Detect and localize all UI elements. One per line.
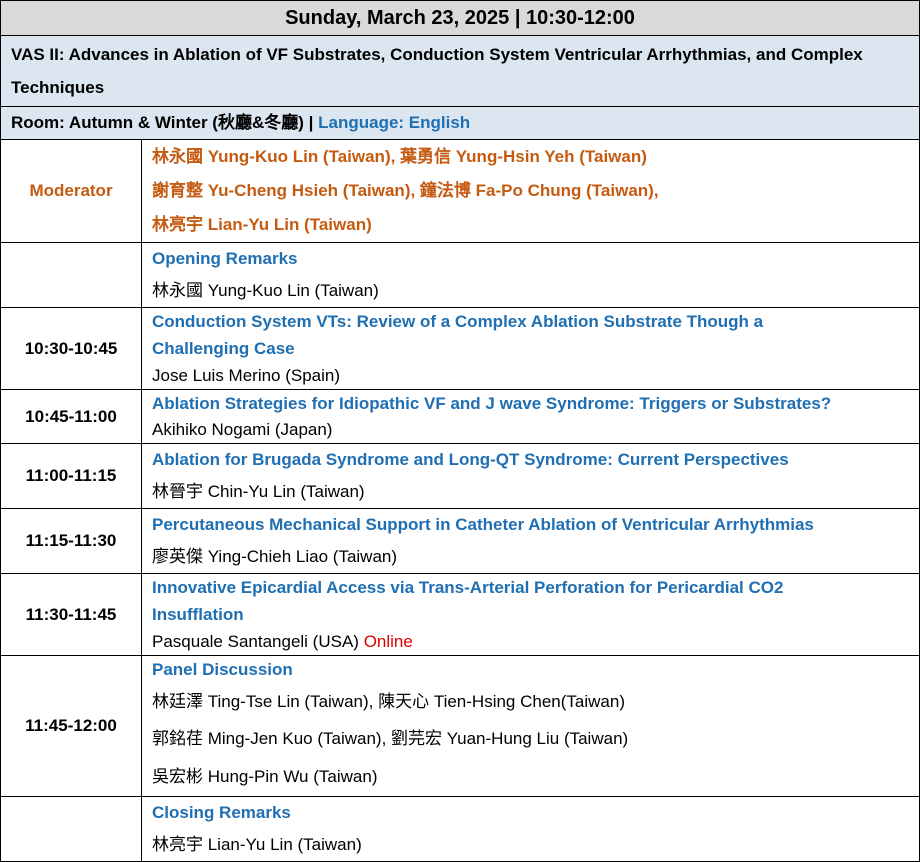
talk-title-line: Challenging Case	[152, 339, 295, 358]
time-slot: 10:30-10:45	[0, 307, 142, 390]
online-badge: Online	[363, 632, 413, 651]
session-title-row: VAS II: Advances in Ablation of VF Subst…	[0, 35, 920, 107]
moderator-line: 林永國 Yung-Kuo Lin (Taiwan), 葉勇信 Yung-Hsin…	[152, 147, 647, 166]
moderator-line: 謝育整 Yu-Cheng Hsieh (Taiwan), 鐘法博 Fa-Po C…	[152, 181, 659, 200]
agenda-item: Panel Discussion 林廷澤 Ting-Tse Lin (Taiwa…	[140, 655, 920, 797]
time-slot: 11:00-11:15	[0, 443, 142, 509]
time-slot	[0, 242, 142, 308]
moderator-line: 林亮宇 Lian-Yu Lin (Taiwan)	[152, 215, 372, 234]
room-label: Room: Autumn & Winter (秋廳&冬廳) |	[11, 113, 314, 132]
agenda-row: 11:30-11:45 Innovative Epicardial Access…	[0, 573, 920, 656]
date-time-header: Sunday, March 23, 2025 | 10:30-12:00	[0, 0, 920, 36]
talk-title: Opening Remarks	[152, 249, 298, 268]
agenda-row-opening: Opening Remarks 林永國 Yung-Kuo Lin (Taiwan…	[0, 242, 920, 308]
time-slot: 11:15-11:30	[0, 508, 142, 574]
talk-title: Panel Discussion	[152, 660, 293, 679]
talk-title: Ablation Strategies for Idiopathic VF an…	[152, 393, 832, 413]
speaker-name: Pasquale Santangeli (USA)	[152, 632, 359, 651]
time-slot: 11:30-11:45	[0, 573, 142, 656]
time-slot: 10:45-11:00	[0, 389, 142, 444]
agenda-item: Percutaneous Mechanical Support in Cathe…	[140, 508, 920, 574]
talk-title-line: Conduction System VTs: Review of a Compl…	[152, 312, 764, 331]
room-row: Room: Autumn & Winter (秋廳&冬廳) | Language…	[0, 106, 920, 140]
speaker-name: 林亮宇 Lian-Yu Lin (Taiwan)	[152, 835, 362, 854]
language-label: Language: English	[318, 113, 471, 132]
date-header-row: Sunday, March 23, 2025 | 10:30-12:00	[0, 0, 920, 36]
speaker-name: 林晉宇 Chin-Yu Lin (Taiwan)	[152, 482, 365, 501]
agenda-row: 10:30-10:45 Conduction System VTs: Revie…	[0, 307, 920, 390]
talk-title: Ablation for Brugada Syndrome and Long-Q…	[152, 450, 789, 469]
agenda-item: Opening Remarks 林永國 Yung-Kuo Lin (Taiwan…	[140, 242, 920, 308]
agenda-row: 11:00-11:15 Ablation for Brugada Syndrom…	[0, 443, 920, 509]
agenda-item: Conduction System VTs: Review of a Compl…	[140, 307, 920, 390]
agenda-item: Closing Remarks 林亮宇 Lian-Yu Lin (Taiwan)	[140, 796, 920, 862]
speaker-name: 林永國 Yung-Kuo Lin (Taiwan)	[152, 281, 379, 300]
agenda-item: Ablation Strategies for Idiopathic VF an…	[140, 389, 920, 444]
session-title: VAS II: Advances in Ablation of VF Subst…	[0, 35, 920, 107]
speaker-name: Jose Luis Merino (Spain)	[152, 366, 341, 385]
time-slot: 11:45-12:00	[0, 655, 142, 797]
speaker-name: 廖英傑 Ying-Chieh Liao (Taiwan)	[152, 547, 398, 566]
panelist-line: 郭銘荏 Ming-Jen Kuo (Taiwan), 劉芫宏 Yuan-Hung…	[152, 729, 629, 748]
speaker-name: Akihiko Nogami (Japan)	[152, 419, 333, 439]
talk-title: Percutaneous Mechanical Support in Cathe…	[152, 515, 814, 534]
speaker-line: Pasquale Santangeli (USA) Online	[152, 628, 911, 655]
moderator-names: 林永國 Yung-Kuo Lin (Taiwan), 葉勇信 Yung-Hsin…	[140, 139, 920, 243]
panelist-line: 吳宏彬 Hung-Pin Wu (Taiwan)	[152, 767, 378, 786]
talk-title: Closing Remarks	[152, 803, 291, 822]
time-slot	[0, 796, 142, 862]
agenda-item: Innovative Epicardial Access via Trans-A…	[140, 573, 920, 656]
panelist-line: 林廷澤 Ting-Tse Lin (Taiwan), 陳天心 Tien-Hsin…	[152, 692, 625, 711]
session-schedule-table: Sunday, March 23, 2025 | 10:30-12:00 VAS…	[0, 0, 920, 862]
room-info: Room: Autumn & Winter (秋廳&冬廳) | Language…	[0, 106, 920, 140]
agenda-row: 11:15-11:30 Percutaneous Mechanical Supp…	[0, 508, 920, 574]
talk-title-line: Innovative Epicardial Access via Trans-A…	[152, 578, 784, 597]
agenda-row-panel: 11:45-12:00 Panel Discussion 林廷澤 Ting-Ts…	[0, 655, 920, 797]
agenda-row-closing: Closing Remarks 林亮宇 Lian-Yu Lin (Taiwan)	[0, 796, 920, 862]
moderator-row: Moderator 林永國 Yung-Kuo Lin (Taiwan), 葉勇信…	[0, 139, 920, 243]
agenda-row: 10:45-11:00 Ablation Strategies for Idio…	[0, 389, 920, 444]
talk-title-line: Insufflation	[152, 605, 244, 624]
moderator-label: Moderator	[0, 139, 142, 243]
agenda-item: Ablation for Brugada Syndrome and Long-Q…	[140, 443, 920, 509]
